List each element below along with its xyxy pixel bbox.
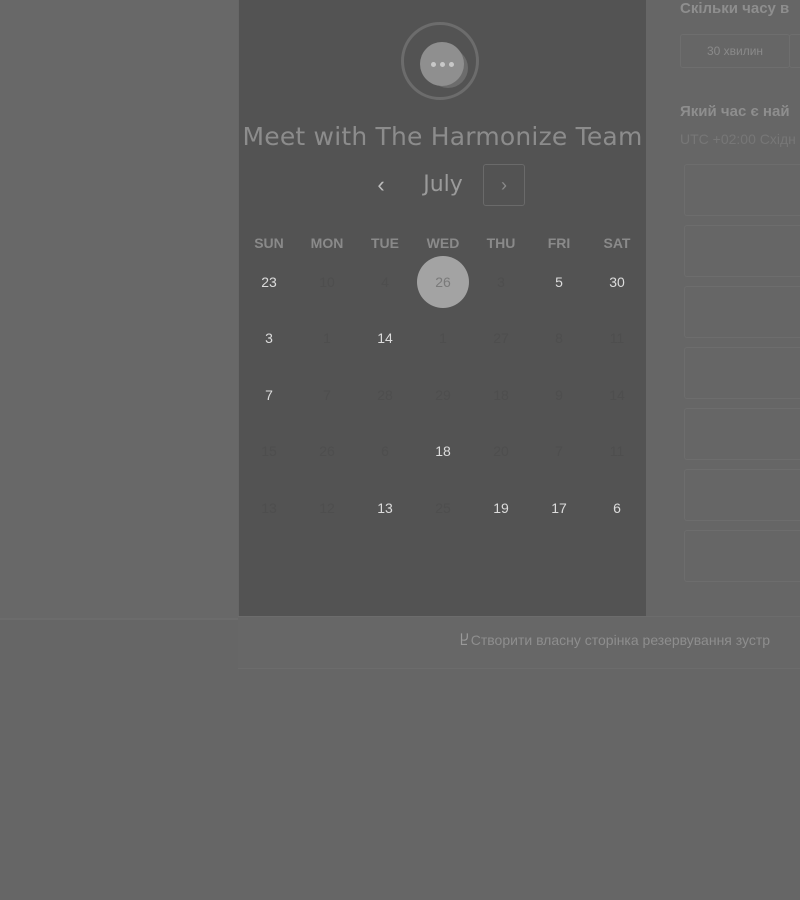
calendar-day[interactable]: 18 — [417, 425, 469, 477]
weekday-mon: MON — [310, 235, 344, 251]
weekday-tue: TUE — [371, 235, 399, 251]
footer: Ⴞ Створити власну сторінка резервування з… — [238, 616, 800, 669]
time-slot[interactable] — [684, 347, 800, 399]
time-slot[interactable] — [684, 408, 800, 460]
weekday-thu: THU — [486, 235, 516, 251]
time-slot[interactable] — [684, 469, 800, 521]
calendar-day[interactable]: 23 — [243, 256, 295, 308]
time-heading: Який час є най — [680, 103, 790, 120]
time-slot[interactable] — [684, 225, 800, 277]
calendar-day[interactable]: 7 — [243, 369, 295, 421]
calendar-day: 25 — [435, 500, 451, 516]
calendar-day[interactable]: 30 — [591, 256, 643, 308]
calendar-day: 8 — [555, 330, 563, 346]
calendar-day: 9 — [555, 387, 563, 403]
timezone-label[interactable]: UTC +02:00 Східн — [680, 131, 796, 147]
time-slot[interactable] — [684, 164, 800, 216]
calendar-day: 18 — [493, 387, 509, 403]
duration-option[interactable]: 30 хвилин — [680, 34, 790, 68]
weekday-sat: SAT — [603, 235, 631, 251]
create-booking-page-link[interactable]: Ⴞ Створити власну сторінка резервування з… — [460, 632, 770, 649]
calendar-day: 13 — [261, 500, 277, 516]
calendar-day: 11 — [609, 443, 625, 459]
calendar-day: 7 — [323, 387, 331, 403]
calendar-day[interactable]: 14 — [359, 312, 411, 364]
duration-option-2[interactable] — [789, 34, 800, 68]
calendar-day: 11 — [609, 330, 625, 346]
calendar-day[interactable]: 3 — [243, 312, 295, 364]
calendar-day: 28 — [377, 387, 393, 403]
page-title: Meet with The Harmonize Team — [242, 122, 643, 151]
calendar-day: 14 — [609, 387, 625, 403]
prev-month-button[interactable]: ‹ — [367, 170, 395, 202]
calendar-day: 6 — [381, 443, 389, 459]
calendar-day: 27 — [493, 330, 509, 346]
calendar-day: 29 — [435, 387, 451, 403]
calendar-day: 26 — [319, 443, 335, 459]
calendar-day: 3 — [497, 274, 505, 290]
weekday-fri: FRI — [547, 235, 571, 251]
calendar-day[interactable]: 17 — [533, 482, 585, 534]
month-label: July — [423, 172, 463, 197]
left-pane — [0, 0, 238, 618]
calendar-day[interactable]: 5 — [533, 256, 585, 308]
weekday-sun: SUN — [254, 235, 284, 251]
calendar-panel: Meet with The Harmonize Team ‹ July › SU… — [239, 0, 646, 616]
hubspot-sprocket-icon: Ⴞ — [460, 632, 469, 648]
calendar-day: 7 — [555, 443, 563, 459]
right-pane: Скільки часу в 30 хвилин Який час є най … — [646, 0, 800, 618]
calendar-day: 4 — [381, 274, 389, 290]
calendar-day: 1 — [323, 330, 331, 346]
calendar-day: 15 — [261, 443, 277, 459]
calendar-day[interactable]: 6 — [591, 482, 643, 534]
time-slot[interactable] — [684, 530, 800, 582]
divider — [0, 618, 238, 620]
calendar-day: 1 — [439, 330, 447, 346]
duration-heading: Скільки часу в — [680, 0, 790, 17]
weekday-wed: WED — [426, 235, 460, 251]
calendar-day: 12 — [319, 500, 335, 516]
next-month-button[interactable]: › — [483, 164, 525, 206]
calendar-day[interactable]: 13 — [359, 482, 411, 534]
calendar-day: 20 — [493, 443, 509, 459]
dots-icon — [420, 42, 464, 86]
calendar-day[interactable]: 19 — [475, 482, 527, 534]
selected-day[interactable]: 26 — [417, 256, 469, 308]
calendar-day: 10 — [319, 274, 335, 290]
footer-link-text: Створити власну сторінка резервування зу… — [470, 632, 771, 648]
time-slot[interactable] — [684, 286, 800, 338]
